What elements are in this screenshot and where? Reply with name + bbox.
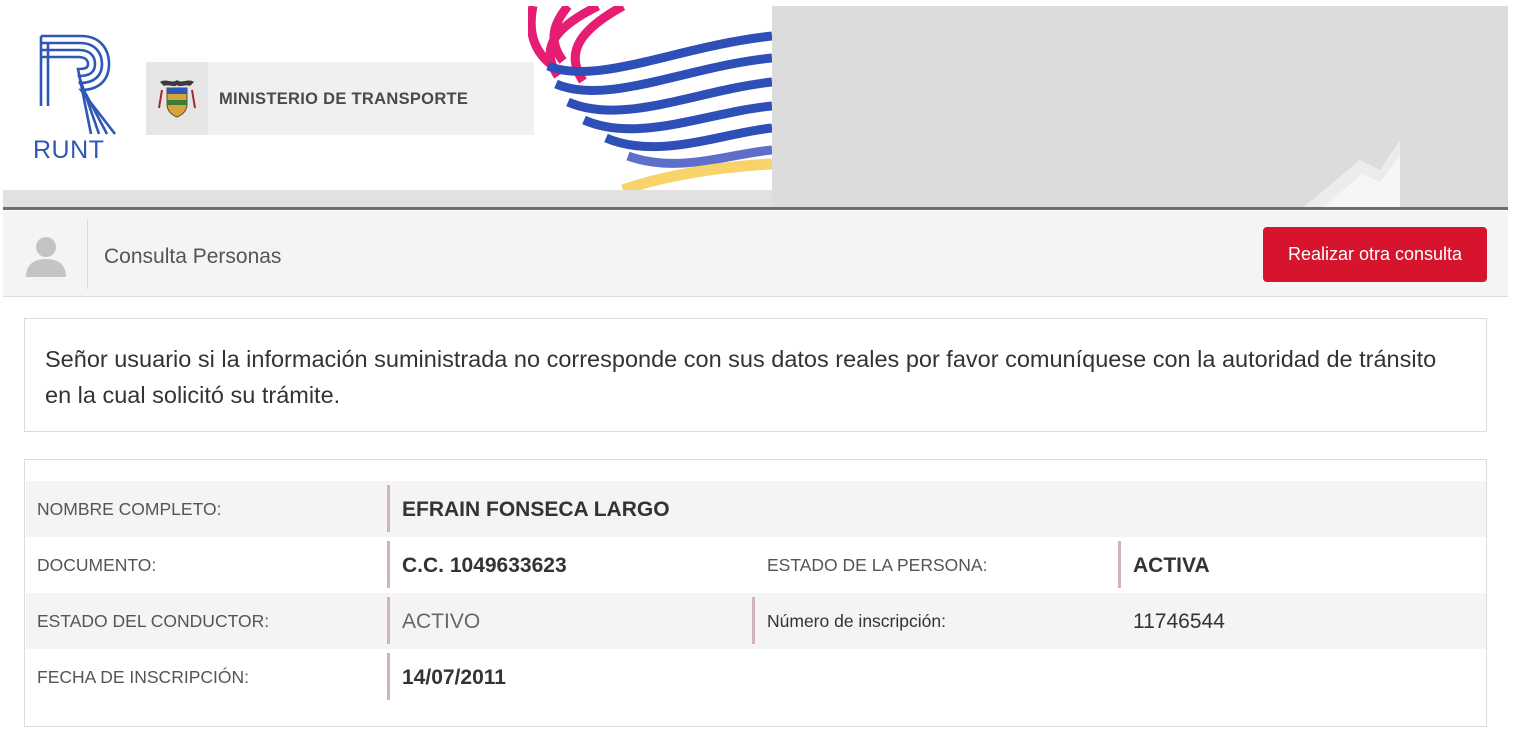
person-status-value: ACTIVA xyxy=(1133,554,1210,577)
info-notice: Señor usuario si la información suminist… xyxy=(24,318,1487,432)
details-row-name: NOMBRE COMPLETO: EFRAIN FONSECA LARGO xyxy=(26,481,1486,537)
registration-date-label: FECHA DE INSCRIPCIÓN: xyxy=(37,667,249,687)
registration-date-value: 14/07/2011 xyxy=(402,666,506,689)
decorative-waves-graphic xyxy=(528,6,772,190)
page-title: Consulta Personas xyxy=(104,245,282,268)
person-status-label: ESTADO DE LA PERSONA: xyxy=(767,555,988,575)
document-label: DOCUMENTO: xyxy=(37,555,157,575)
coat-of-arms-icon xyxy=(158,80,196,118)
driver-status-label: ESTADO DEL CONDUCTOR: xyxy=(37,611,270,631)
banner-divider xyxy=(3,207,1508,210)
top-banner: RUNT MINISTERIO DE TRANSPORTE xyxy=(3,6,1508,209)
registration-number-value: 11746544 xyxy=(1133,610,1225,633)
details-row-date: FECHA DE INSCRIPCIÓN: 14/07/2011 xyxy=(26,649,1486,705)
full-name-label: NOMBRE COMPLETO: xyxy=(37,499,222,519)
details-row-driver: ESTADO DEL CONDUCTOR: ACTIVO Número de i… xyxy=(26,593,1486,649)
decorative-peaks-graphic xyxy=(1301,140,1400,209)
document-value: C.C. 1049633623 xyxy=(402,554,567,577)
full-name-value: EFRAIN FONSECA LARGO xyxy=(402,498,670,521)
page-header: Consulta Personas Realizar otra consulta xyxy=(3,211,1508,297)
user-icon xyxy=(26,237,66,277)
runt-brand-text: RUNT xyxy=(33,136,105,164)
person-details-panel: NOMBRE COMPLETO: EFRAIN FONSECA LARGO DO… xyxy=(24,459,1487,727)
ministry-name: MINISTERIO DE TRANSPORTE xyxy=(219,90,469,108)
registration-number-label: Número de inscripción: xyxy=(767,611,946,631)
notice-text: Señor usuario si la información suminist… xyxy=(45,346,1437,408)
driver-status-value: ACTIVO xyxy=(402,610,481,633)
ministry-badge: MINISTERIO DE TRANSPORTE xyxy=(146,62,534,135)
details-row-document: DOCUMENTO: C.C. 1049633623 ESTADO DE LA … xyxy=(26,537,1486,593)
new-query-button[interactable]: Realizar otra consulta xyxy=(1263,227,1487,282)
banner-logo-area: RUNT MINISTERIO DE TRANSPORTE xyxy=(3,6,772,190)
